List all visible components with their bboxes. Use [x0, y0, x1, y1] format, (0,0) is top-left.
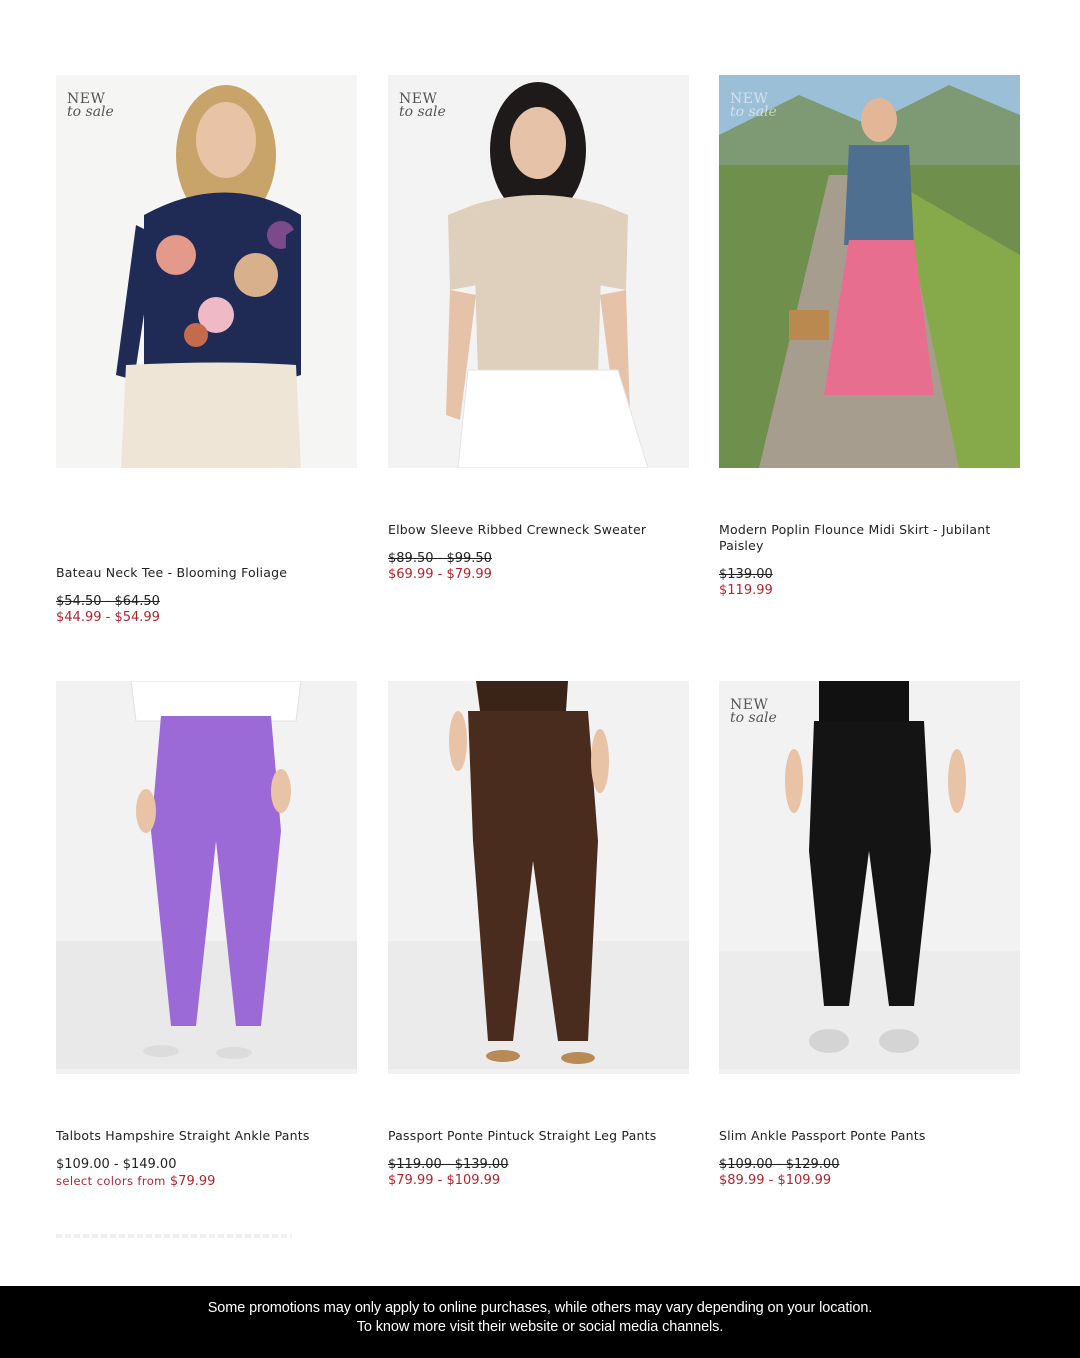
- model-photo: [56, 681, 357, 1069]
- price-block: $89.50 - $99.50 $69.99 - $79.99: [388, 551, 689, 583]
- model-photo: [719, 75, 1020, 468]
- original-price: $109.00 - $149.00: [56, 1157, 177, 1172]
- sale-price-value: $79.99: [169, 1174, 216, 1189]
- sale-price: select colors from $79.99: [56, 1173, 357, 1190]
- product-image[interactable]: NEW to sale: [719, 681, 1020, 1074]
- original-price: $119.00 - $139.00: [388, 1157, 509, 1172]
- product-name[interactable]: Talbots Hampshire Straight Ankle Pants: [56, 1128, 357, 1144]
- product-card[interactable]: NEW to sale Modern Poplin Flounce Midi S…: [719, 75, 1020, 598]
- product-card[interactable]: NEW to sale Slim Ankle Passport Ponte Pa…: [719, 681, 1020, 1188]
- promo-disclaimer-footer: Some promotions may only apply to online…: [0, 1286, 1080, 1358]
- product-image[interactable]: NEW to sale: [388, 75, 689, 468]
- product-name[interactable]: Passport Ponte Pintuck Straight Leg Pant…: [388, 1128, 689, 1144]
- product-card[interactable]: Passport Ponte Pintuck Straight Leg Pant…: [388, 681, 689, 1188]
- price-block: $139.00 $119.99: [719, 567, 1020, 599]
- disclaimer-line-2: To know more visit their website or soci…: [356, 1319, 724, 1335]
- product-name[interactable]: Slim Ankle Passport Ponte Pants: [719, 1128, 1020, 1144]
- new-to-sale-badge: NEW to sale: [67, 91, 114, 120]
- sale-price: $69.99 - $79.99: [388, 567, 492, 582]
- product-name[interactable]: Modern Poplin Flounce Midi Skirt - Jubil…: [719, 522, 1020, 554]
- product-image[interactable]: [56, 681, 357, 1074]
- product-card[interactable]: NEW to sale Bateau Neck Tee - Blooming F…: [56, 75, 357, 625]
- product-card[interactable]: Talbots Hampshire Straight Ankle Pants $…: [56, 681, 357, 1189]
- sale-price: $89.99 - $109.99: [719, 1173, 832, 1188]
- model-photo: [388, 681, 689, 1069]
- sale-price: $119.99: [719, 583, 773, 598]
- original-price: $109.00 - $129.00: [719, 1157, 840, 1172]
- price-block: $109.00 - $129.00 $89.99 - $109.99: [719, 1157, 1020, 1189]
- original-price: $54.50 - $64.50: [56, 594, 160, 609]
- model-photo: [56, 75, 357, 468]
- price-block: $109.00 - $149.00 select colors from $79…: [56, 1157, 357, 1190]
- product-name[interactable]: Elbow Sleeve Ribbed Crewneck Sweater: [388, 522, 689, 538]
- sale-prefix: select colors from: [56, 1174, 166, 1188]
- sale-price: $79.99 - $109.99: [388, 1173, 501, 1188]
- faded-text-divider: [56, 1234, 292, 1238]
- product-card[interactable]: NEW to sale Elbow Sleeve Ribbed Crewneck…: [388, 75, 689, 582]
- product-image[interactable]: [388, 681, 689, 1074]
- original-price: $89.50 - $99.50: [388, 551, 492, 566]
- price-block: $119.00 - $139.00 $79.99 - $109.99: [388, 1157, 689, 1189]
- sale-price: $44.99 - $54.99: [56, 610, 160, 625]
- price-block: $54.50 - $64.50 $44.99 - $54.99: [56, 594, 357, 626]
- new-to-sale-badge: NEW to sale: [730, 91, 777, 120]
- model-photo: [388, 75, 689, 468]
- model-photo: [719, 681, 1020, 1069]
- new-to-sale-badge: NEW to sale: [730, 697, 777, 726]
- disclaimer-line-1: Some promotions may only apply to online…: [207, 1300, 873, 1316]
- product-image[interactable]: NEW to sale: [56, 75, 357, 468]
- product-name[interactable]: Bateau Neck Tee - Blooming Foliage: [56, 565, 357, 581]
- product-image[interactable]: NEW to sale: [719, 75, 1020, 468]
- new-to-sale-badge: NEW to sale: [399, 91, 446, 120]
- original-price: $139.00: [719, 567, 773, 582]
